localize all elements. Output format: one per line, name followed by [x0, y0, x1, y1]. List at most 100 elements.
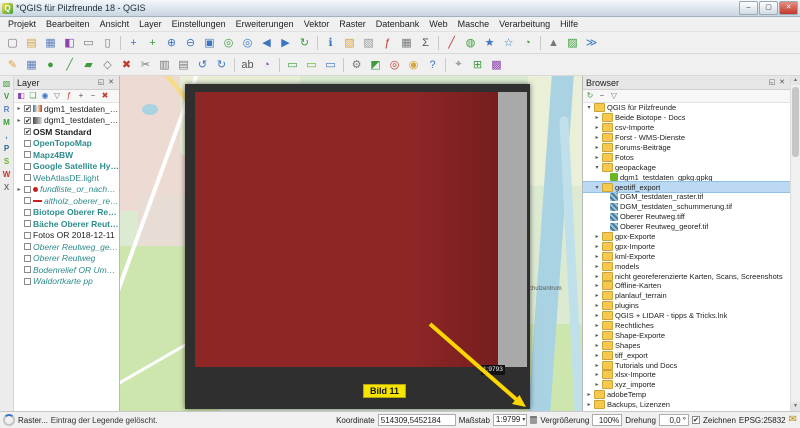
menu-hilfe[interactable]: Hilfe	[555, 19, 583, 29]
new-virtual-layer-icon[interactable]: ▭	[322, 56, 339, 73]
add-mesh-layer-icon[interactable]: M	[1, 117, 12, 128]
add-raster-layer-icon[interactable]: R	[1, 104, 12, 115]
layers-panel-float-button[interactable]: ◱	[96, 78, 106, 88]
temporal-controller-icon[interactable]: ◔	[519, 34, 536, 51]
menu-bearbeiten[interactable]: Bearbeiten	[41, 19, 95, 29]
expand-icon[interactable]: ▸	[594, 144, 600, 151]
layer-item[interactable]: Fotos OR 2018-12-11	[14, 230, 119, 242]
layer-item[interactable]: WebAtlasDE.light	[14, 172, 119, 184]
undo-icon[interactable]: ↺	[194, 56, 211, 73]
browser-item[interactable]: ▸xyz_importe	[583, 380, 790, 390]
browser-item[interactable]: ▸Fotos	[583, 152, 790, 162]
layer-checkbox[interactable]	[24, 209, 31, 216]
expand-icon[interactable]: ▸	[586, 391, 592, 398]
add-group-icon[interactable]: ❏	[28, 91, 38, 101]
menu-erweiterungen[interactable]: Erweiterungen	[231, 19, 299, 29]
browser-item[interactable]: ▾QGIS für Pilzfreunde	[583, 103, 790, 113]
deselect-features-icon[interactable]: ▧	[360, 34, 377, 51]
browser-item[interactable]: ▸planlauf_terrain	[583, 291, 790, 301]
layer-item[interactable]: ✔OSM Standard	[14, 126, 119, 138]
crs-button[interactable]: EPSG:25832	[739, 416, 786, 425]
layer-item[interactable]: altholz_oberer_reutweg	[14, 195, 119, 207]
menu-ansicht[interactable]: Ansicht	[95, 19, 135, 29]
browser-item[interactable]: Oberer Reutweg_georef.tif	[583, 222, 790, 232]
project-new-icon[interactable]: ▢	[4, 34, 21, 51]
expand-icon[interactable]: ▾	[586, 104, 592, 111]
add-line-feature-icon[interactable]: ╱	[61, 56, 78, 73]
open-attribute-table-icon[interactable]: ▦	[398, 34, 415, 51]
street-view-icon[interactable]: ◉	[405, 56, 422, 73]
filter-by-expression-icon[interactable]: ƒ	[64, 91, 74, 101]
save-layer-edits-icon[interactable]: ▦	[23, 56, 40, 73]
browser-item[interactable]: ▸Backups, Lizenzen	[583, 400, 790, 410]
expand-icon[interactable]: ▸	[16, 117, 22, 124]
layer-checkbox[interactable]	[24, 243, 31, 250]
expand-icon[interactable]: ▸	[594, 134, 600, 141]
menu-layer[interactable]: Layer	[134, 19, 167, 29]
paste-features-icon[interactable]: ▤	[175, 56, 192, 73]
python-console-icon[interactable]: ≫	[583, 34, 600, 51]
georeferencer-icon[interactable]: ⊞	[469, 56, 486, 73]
close-button[interactable]: ✕	[779, 1, 798, 15]
zoom-last-icon[interactable]: ◀	[258, 34, 275, 51]
map-canvas[interactable]: Schulzentrum 1:9793 Bild 11	[120, 76, 582, 411]
select-by-expression-icon[interactable]: ƒ	[379, 34, 396, 51]
add-delimited-text-layer-icon[interactable]: ,	[1, 130, 12, 141]
layers-panel-close-button[interactable]: ✕	[106, 78, 116, 88]
menu-einstellungen[interactable]: Einstellungen	[167, 19, 231, 29]
expand-icon[interactable]: ▸	[594, 263, 600, 270]
menu-datenbank[interactable]: Datenbank	[371, 19, 425, 29]
expand-icon[interactable]: ▸	[594, 352, 600, 359]
browser-item[interactable]: ▾geopackage	[583, 162, 790, 172]
collapse-all-browser-icon[interactable]: −	[597, 91, 607, 101]
filter-legend-icon[interactable]: ▽	[52, 91, 62, 101]
scroll-down-icon[interactable]: ▼	[791, 402, 800, 411]
maximize-button[interactable]: ▢	[759, 1, 778, 15]
new-geopackage-layer-icon[interactable]: ▭	[303, 56, 320, 73]
layer-checkbox[interactable]: ✔	[24, 105, 31, 112]
menu-projekt[interactable]: Projekt	[3, 19, 41, 29]
expand-icon[interactable]: ▸	[594, 362, 600, 369]
expand-icon[interactable]: ▾	[594, 184, 600, 191]
layer-checkbox[interactable]	[24, 197, 31, 204]
new-3d-map-view-icon[interactable]: ▲	[545, 34, 562, 51]
expand-icon[interactable]: ▸	[16, 105, 22, 112]
layer-checkbox[interactable]	[24, 151, 31, 158]
help-contents-icon[interactable]: ?	[424, 56, 441, 73]
menu-web[interactable]: Web	[424, 19, 452, 29]
layer-checkbox[interactable]	[24, 278, 31, 285]
layer-checkbox[interactable]	[24, 220, 31, 227]
expand-icon[interactable]: ▸	[594, 312, 600, 319]
browser-item[interactable]: ▸csv-Importe	[583, 123, 790, 133]
show-bookmarks-icon[interactable]: ☆	[500, 34, 517, 51]
minimize-button[interactable]: –	[739, 1, 758, 15]
plugin-manager-icon[interactable]: ◩	[367, 56, 384, 73]
expand-icon[interactable]: ▸	[16, 186, 22, 193]
layer-item[interactable]: ▸✔dgm1_testdaten_xyz	[14, 115, 119, 127]
zoom-full-icon[interactable]: ▣	[201, 34, 218, 51]
layout-manager-icon[interactable]: ▯	[99, 34, 116, 51]
new-print-layout-icon[interactable]: ▭	[80, 34, 97, 51]
add-xyz-layer-icon[interactable]: X	[1, 182, 12, 193]
menu-verarbeitung[interactable]: Verarbeitung	[494, 19, 555, 29]
data-source-manager-icon[interactable]: ▨	[564, 34, 581, 51]
delete-selected-icon[interactable]: ✖	[118, 56, 135, 73]
menu-raster[interactable]: Raster	[334, 19, 371, 29]
browser-item[interactable]: ▸gpx-Exporte	[583, 232, 790, 242]
render-checkbox[interactable]: ✔	[692, 416, 700, 424]
collapse-all-icon[interactable]: −	[88, 91, 98, 101]
browser-item[interactable]: dgm1_testdaten_gpkg.gpkg	[583, 172, 790, 182]
field-calculator-icon[interactable]: Σ	[417, 34, 434, 51]
map-tips-icon[interactable]: ◍	[462, 34, 479, 51]
cut-features-icon[interactable]: ✂	[137, 56, 154, 73]
add-vector-layer-icon[interactable]: V	[1, 91, 12, 102]
browser-item[interactable]: ▸gpx-Importe	[583, 241, 790, 251]
expand-icon[interactable]: ▸	[594, 154, 600, 161]
processing-toolbox-icon[interactable]: ⚙	[348, 56, 365, 73]
browser-panel-float-button[interactable]: ◱	[767, 78, 777, 88]
map-refresh-icon[interactable]: ↻	[296, 34, 313, 51]
layer-checkbox[interactable]	[24, 140, 31, 147]
coordinate-capture-icon[interactable]: ⌖	[450, 56, 467, 73]
expand-all-icon[interactable]: +	[76, 91, 86, 101]
browser-item[interactable]: Oberer Reutweg.tiff	[583, 212, 790, 222]
